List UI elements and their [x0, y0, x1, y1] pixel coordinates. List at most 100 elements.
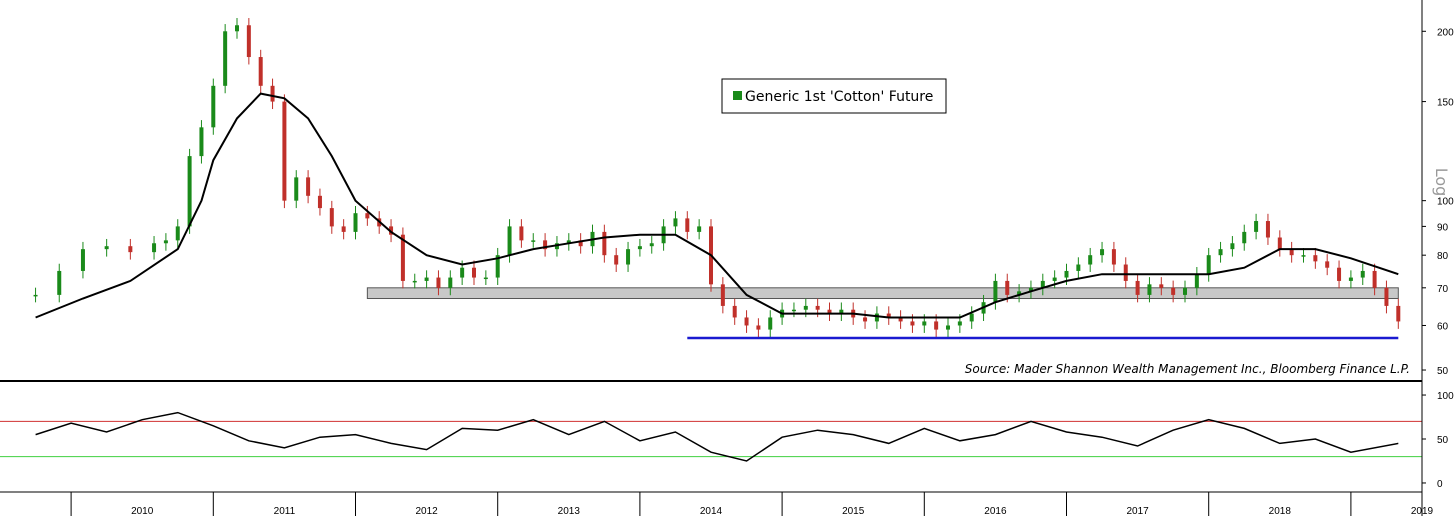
x-tick-label: 2013	[558, 506, 581, 516]
candle-body	[483, 277, 488, 280]
candle-body	[1230, 243, 1235, 250]
candle-body	[519, 226, 524, 241]
candle-body	[1384, 287, 1389, 306]
candle-body	[436, 277, 441, 288]
candle-body	[1100, 249, 1105, 256]
candle-body	[993, 280, 998, 303]
scale-label: Log	[1432, 168, 1451, 197]
candle-body	[614, 255, 619, 265]
candle-body	[80, 249, 85, 271]
x-tick-label: 2014	[700, 506, 723, 516]
candle-body	[910, 321, 915, 326]
candle-body	[175, 226, 180, 241]
candle-body	[1183, 287, 1187, 295]
candle-body	[934, 321, 939, 330]
candle-body	[673, 218, 678, 227]
candle-body	[1206, 255, 1211, 275]
x-tick-label: 2010	[131, 506, 154, 516]
candle-body	[1348, 277, 1353, 281]
candle-body	[697, 226, 702, 232]
candle-body	[1147, 284, 1152, 295]
candle-body	[768, 317, 773, 330]
legend: Generic 1st 'Cotton' Future	[721, 78, 947, 114]
candle-body	[874, 313, 879, 322]
y-tick-label: 100	[1437, 391, 1454, 402]
candle-body	[756, 325, 761, 330]
candle-body	[1277, 237, 1282, 250]
candle-body	[258, 57, 263, 86]
y-tick-label: 150	[1437, 98, 1454, 109]
candle-body	[1076, 264, 1081, 271]
candle-body	[791, 309, 796, 312]
candle-body	[602, 231, 607, 256]
candle-body	[922, 321, 927, 326]
legend-swatch	[733, 91, 742, 100]
x-tick-label: 2016	[984, 506, 1007, 516]
candle-body	[685, 218, 690, 232]
candle-body	[1254, 221, 1259, 232]
candle-body	[531, 240, 536, 242]
candle-body	[57, 270, 62, 295]
candle-body	[1265, 221, 1270, 238]
candle-body	[507, 226, 512, 256]
candle-body	[1005, 280, 1010, 295]
candle-body	[744, 317, 749, 326]
candle-body	[152, 243, 157, 253]
candle-body	[1194, 274, 1199, 288]
support-band	[366, 287, 1399, 300]
candle-body	[187, 156, 192, 227]
cotton-chart: 50 60 70 80 90 100 150 200 Generic 1st 'Cotton'…	[0, 0, 1456, 516]
candle-body	[317, 195, 322, 209]
candle-body	[803, 305, 808, 310]
candle-body	[472, 267, 476, 278]
candle-body	[365, 213, 370, 219]
candle-body	[33, 294, 38, 297]
candle-body	[637, 246, 642, 250]
candle-body	[1218, 249, 1223, 256]
candle-body	[1372, 270, 1377, 288]
candle-body	[460, 267, 465, 278]
candle-body	[1064, 270, 1069, 278]
candle-body	[720, 284, 725, 306]
candle-body	[341, 226, 346, 232]
y-tick-label: 70	[1437, 284, 1449, 295]
legend-label: Generic 1st 'Cotton' Future	[745, 89, 933, 105]
candle-body	[128, 246, 133, 253]
candle-body	[969, 313, 974, 322]
candle-body	[1111, 249, 1116, 265]
x-tick-label: 2012	[415, 506, 438, 516]
candle-body	[223, 31, 228, 86]
candle-body	[199, 127, 204, 157]
candle-body	[412, 280, 417, 283]
candle-body	[1171, 287, 1176, 295]
candle-body	[732, 305, 737, 318]
source-note: Source: Mader Shannon Wealth Management …	[965, 362, 1410, 376]
candle-body	[282, 101, 287, 201]
candle-body	[626, 249, 631, 265]
x-tick-label: 2011	[274, 506, 296, 516]
y-tick-label: 200	[1437, 27, 1454, 38]
candle-body	[1360, 270, 1365, 278]
candle-body	[1301, 255, 1306, 257]
candle-body	[1159, 284, 1164, 288]
candle-body	[1135, 280, 1140, 295]
support-band-layer	[366, 287, 1399, 300]
candle-body	[863, 317, 868, 322]
candle-body	[235, 25, 239, 32]
y-tick-label: 50	[1437, 435, 1449, 446]
y-tick-label: 90	[1437, 222, 1449, 233]
candle-body	[815, 305, 820, 310]
x-tick-label: 2018	[1269, 506, 1292, 516]
candle-body	[246, 25, 251, 58]
y-tick-label: 100	[1437, 197, 1454, 208]
candle-body	[424, 277, 429, 281]
x-tick-label: 2015	[842, 506, 865, 516]
candle-body	[1052, 277, 1057, 281]
candle-body	[329, 208, 334, 227]
y-tick-label: 80	[1437, 251, 1449, 262]
candle-body	[104, 246, 109, 250]
candle-body	[1088, 255, 1093, 265]
candle-body	[294, 177, 299, 201]
candle-body	[1325, 261, 1330, 268]
candle-body	[306, 177, 311, 196]
